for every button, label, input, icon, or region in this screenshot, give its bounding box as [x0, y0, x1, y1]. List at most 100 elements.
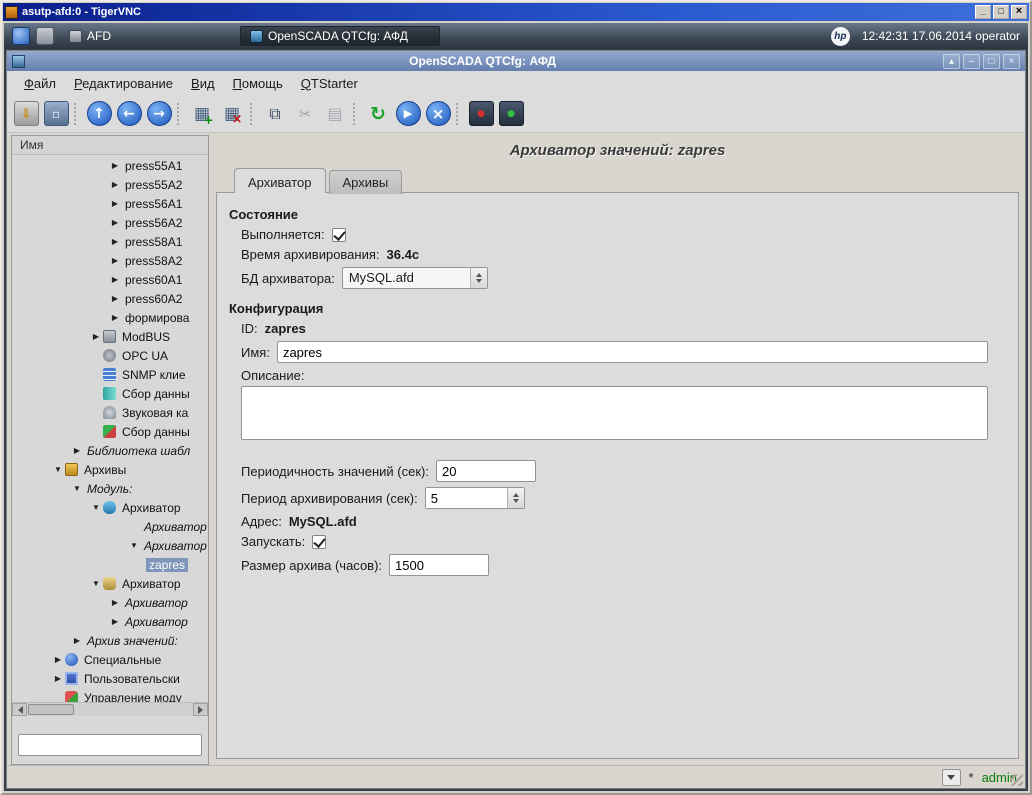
window-shade-button[interactable]	[943, 54, 960, 69]
stop-update-button[interactable]	[423, 99, 453, 129]
spinbox-arrows-icon[interactable]	[507, 488, 524, 508]
tree-horizontal-scrollbar[interactable]	[12, 702, 208, 716]
tree-expand-icon[interactable]: ▶	[108, 218, 122, 227]
tree-item[interactable]: ▶Библиотека шабл	[12, 441, 208, 460]
save-button[interactable]	[41, 99, 71, 129]
tree-item[interactable]: ▶Звуковая ка	[12, 403, 208, 422]
combo-arrows-icon[interactable]	[470, 268, 487, 288]
tree-collapse-icon[interactable]: ▼	[51, 465, 65, 474]
tree-item[interactable]: ▶Управление моду	[12, 688, 208, 702]
tree-expand-icon[interactable]: ▶	[108, 180, 122, 189]
tree-item[interactable]: zapres	[12, 555, 208, 574]
vnc-maximize-button[interactable]	[993, 5, 1009, 19]
tree-item[interactable]: ▶Архив значений:	[12, 631, 208, 650]
archive-size-input[interactable]	[389, 554, 489, 576]
window-maximize-button[interactable]	[983, 54, 1000, 69]
tree-expand-icon[interactable]: ▶	[108, 256, 122, 265]
scrollbar-track[interactable]	[27, 703, 193, 716]
tree-expand-icon[interactable]: ▶	[108, 313, 122, 322]
tree-item[interactable]: ▶press55A1	[12, 156, 208, 175]
tree-item[interactable]: ▶формирова	[12, 308, 208, 327]
tree-expand-icon[interactable]: ▶	[108, 275, 122, 284]
tree-item[interactable]: ▶OPC UA	[12, 346, 208, 365]
tree-expand-icon[interactable]: ▶	[108, 294, 122, 303]
taskbar-item-openscada[interactable]: OpenSCADA QTCfg: АФД	[240, 26, 440, 46]
tree-item[interactable]: ▶Пользовательски	[12, 669, 208, 688]
tree-item[interactable]: ▶Архиватор	[12, 517, 208, 536]
tree-item[interactable]: ▶SNMP клие	[12, 365, 208, 384]
tree-search-input[interactable]	[18, 734, 202, 756]
tree-expand-icon[interactable]: ▶	[89, 332, 103, 341]
vnc-close-button[interactable]	[1011, 5, 1027, 19]
tree-expand-icon[interactable]: ▶	[51, 655, 65, 664]
tree-expand-icon[interactable]: ▶	[70, 636, 84, 645]
tree-item[interactable]: ▶press60A2	[12, 289, 208, 308]
tree-item[interactable]: ▼Архивы	[12, 460, 208, 479]
delete-item-button[interactable]	[217, 99, 247, 129]
tree-item[interactable]: ▶ModBUS	[12, 327, 208, 346]
start-checkbox[interactable]	[312, 535, 326, 549]
start-update-button[interactable]	[393, 99, 423, 129]
menu-item-3[interactable]: Помощь	[224, 73, 292, 94]
tree-item[interactable]: ▶Архиватор	[12, 593, 208, 612]
tree-column-header[interactable]: Имя	[12, 136, 208, 155]
tree-collapse-icon[interactable]: ▼	[70, 484, 84, 493]
tree-item[interactable]: ▶press58A1	[12, 232, 208, 251]
tree-expand-icon[interactable]: ▶	[108, 598, 122, 607]
menu-item-4[interactable]: QTStarter	[292, 73, 367, 94]
copy-item-button[interactable]	[260, 99, 290, 129]
menu-item-1[interactable]: Редактирование	[65, 73, 182, 94]
tree-item[interactable]: ▶Сбор данны	[12, 384, 208, 403]
load-button[interactable]	[11, 99, 41, 129]
tree-item[interactable]: ▶press56A2	[12, 213, 208, 232]
archiver-db-combobox[interactable]: MySQL.afd	[342, 267, 488, 289]
tree-expand-icon[interactable]: ▶	[108, 161, 122, 170]
tree-item[interactable]: ▶press55A2	[12, 175, 208, 194]
refresh-button[interactable]	[363, 99, 393, 129]
paste-item-button[interactable]	[320, 99, 350, 129]
scroll-left-icon[interactable]	[12, 703, 27, 716]
vnc-titlebar[interactable]: asutp-afd:0 - TigerVNC	[3, 3, 1029, 21]
status-dropdown[interactable]	[942, 769, 961, 786]
tree-collapse-icon[interactable]: ▼	[89, 503, 103, 512]
tree-expand-icon[interactable]: ▶	[108, 237, 122, 246]
tree-item[interactable]: ▶press56A1	[12, 194, 208, 213]
running-checkbox[interactable]	[332, 228, 346, 242]
menu-item-2[interactable]: Вид	[182, 73, 224, 94]
tree-item[interactable]: ▼Архиватор	[12, 574, 208, 593]
tab-1[interactable]: Архивы	[329, 170, 403, 194]
tree-item[interactable]: ▼Архиватор	[12, 536, 208, 555]
taskbar-item-afd[interactable]: AFD	[60, 27, 120, 45]
window-close-button[interactable]	[1003, 54, 1020, 69]
archiving-period-spinbox[interactable]	[425, 487, 525, 509]
tree-item[interactable]: ▶press60A1	[12, 270, 208, 289]
start-menu-icon[interactable]	[12, 27, 30, 45]
add-item-button[interactable]	[187, 99, 217, 129]
tree-expand-icon[interactable]: ▶	[108, 199, 122, 208]
scrollbar-thumb[interactable]	[28, 704, 74, 715]
tree-item[interactable]: ▶Специальные	[12, 650, 208, 669]
scroll-right-icon[interactable]	[193, 703, 208, 716]
tree-item[interactable]: ▶Сбор данны	[12, 422, 208, 441]
tree-item[interactable]: ▼Модуль:	[12, 479, 208, 498]
vnc-minimize-button[interactable]	[975, 5, 991, 19]
tree-item[interactable]: ▶Архиватор	[12, 612, 208, 631]
tree-collapse-icon[interactable]: ▼	[89, 579, 103, 588]
tree-expand-icon[interactable]: ▶	[108, 617, 122, 626]
openscada-titlebar[interactable]: OpenSCADA QTCfg: АФД	[7, 51, 1025, 71]
menu-item-0[interactable]: Файл	[15, 73, 65, 94]
name-input[interactable]	[277, 341, 988, 363]
tab-0[interactable]: Архиватор	[234, 168, 326, 193]
qtstarter-button-2[interactable]	[496, 99, 526, 129]
value-period-input[interactable]	[436, 460, 536, 482]
tree-expand-icon[interactable]: ▶	[70, 446, 84, 455]
forward-button[interactable]	[144, 99, 174, 129]
qtstarter-button-1[interactable]	[466, 99, 496, 129]
tree-item[interactable]: ▶press58A2	[12, 251, 208, 270]
tree-item[interactable]: ▼Архиватор	[12, 498, 208, 517]
cut-item-button[interactable]	[290, 99, 320, 129]
description-textarea[interactable]	[241, 386, 988, 440]
file-manager-icon[interactable]	[36, 27, 54, 45]
back-button[interactable]	[114, 99, 144, 129]
archiving-period-input[interactable]	[426, 488, 507, 508]
